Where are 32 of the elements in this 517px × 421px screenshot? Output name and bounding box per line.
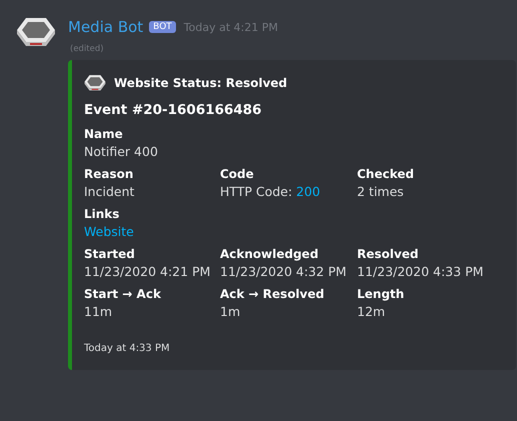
field-name: Ack → Resolved: [220, 286, 324, 301]
field-name: Checked: [357, 166, 414, 181]
field-name: Reason: [84, 166, 134, 181]
bot-badge: BOT: [149, 21, 176, 33]
field-value: 2 times: [357, 184, 404, 199]
field-value: 12m: [357, 304, 386, 319]
link[interactable]: Website: [84, 224, 134, 239]
field-value: 11/23/2020 4:32 PM: [220, 264, 346, 279]
bot-avatar-icon: [16, 16, 56, 48]
field-name: Code: [220, 166, 254, 181]
field-value: HTTP Code: 200: [220, 184, 320, 199]
field-value: Notifier 400: [84, 144, 158, 159]
field-name: Resolved: [357, 246, 418, 261]
field-name: Start → Ack: [84, 286, 161, 301]
field-value: 11m: [84, 304, 112, 319]
username[interactable]: Media Bot: [68, 18, 144, 36]
field-name: Length: [357, 286, 404, 301]
embed-title: Event #20-1606166486: [84, 102, 262, 118]
field-name: Name: [84, 126, 123, 141]
field-name: Started: [84, 246, 135, 261]
edited-label: (edited): [70, 44, 104, 54]
embed-author: Website Status: Resolved: [114, 76, 288, 90]
field-value: 1m: [220, 304, 240, 319]
field-name: Links: [84, 206, 120, 221]
field-value: 11/23/2020 4:21 PM: [84, 264, 210, 279]
embed-footer: Today at 4:33 PM: [84, 342, 170, 354]
field-value: 11/23/2020 4:33 PM: [357, 264, 484, 279]
timestamp: Today at 4:21 PM: [184, 20, 278, 34]
field-value: Incident: [84, 184, 134, 199]
author-icon: [84, 74, 106, 92]
link[interactable]: 200: [296, 184, 320, 199]
field-name: Acknowledged: [220, 246, 318, 261]
